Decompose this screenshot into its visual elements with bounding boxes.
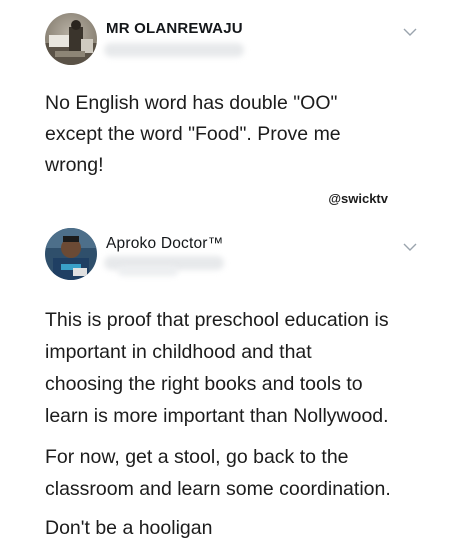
watermark-handle: @swicktv xyxy=(328,191,388,206)
chevron-down-icon[interactable] xyxy=(403,27,417,37)
author-avatar[interactable] xyxy=(45,13,97,65)
blurred-handle-secondary xyxy=(118,266,178,276)
blurred-handle xyxy=(104,43,244,57)
chevron-down-icon[interactable] xyxy=(403,242,417,252)
author-name[interactable]: MR OLANREWAJU xyxy=(106,20,243,37)
tweet-card: Aproko Doctor™ This is proof that presch… xyxy=(0,222,460,555)
tweet-card: MR OLANREWAJU No English word has double… xyxy=(0,0,460,222)
author-name[interactable]: Aproko Doctor™ xyxy=(106,235,223,253)
tweet-text: No English word has double "OO" except t… xyxy=(45,92,341,176)
avatar-photo-icon xyxy=(45,228,97,280)
tweet-paragraph: Don't be a hooligan xyxy=(45,517,213,539)
tweet-paragraph: This is proof that preschool education i… xyxy=(45,309,389,427)
tweet-paragraph: For now, get a stool, go back to the cla… xyxy=(45,446,391,500)
avatar-photo-icon xyxy=(45,13,97,65)
author-avatar[interactable] xyxy=(45,228,97,280)
